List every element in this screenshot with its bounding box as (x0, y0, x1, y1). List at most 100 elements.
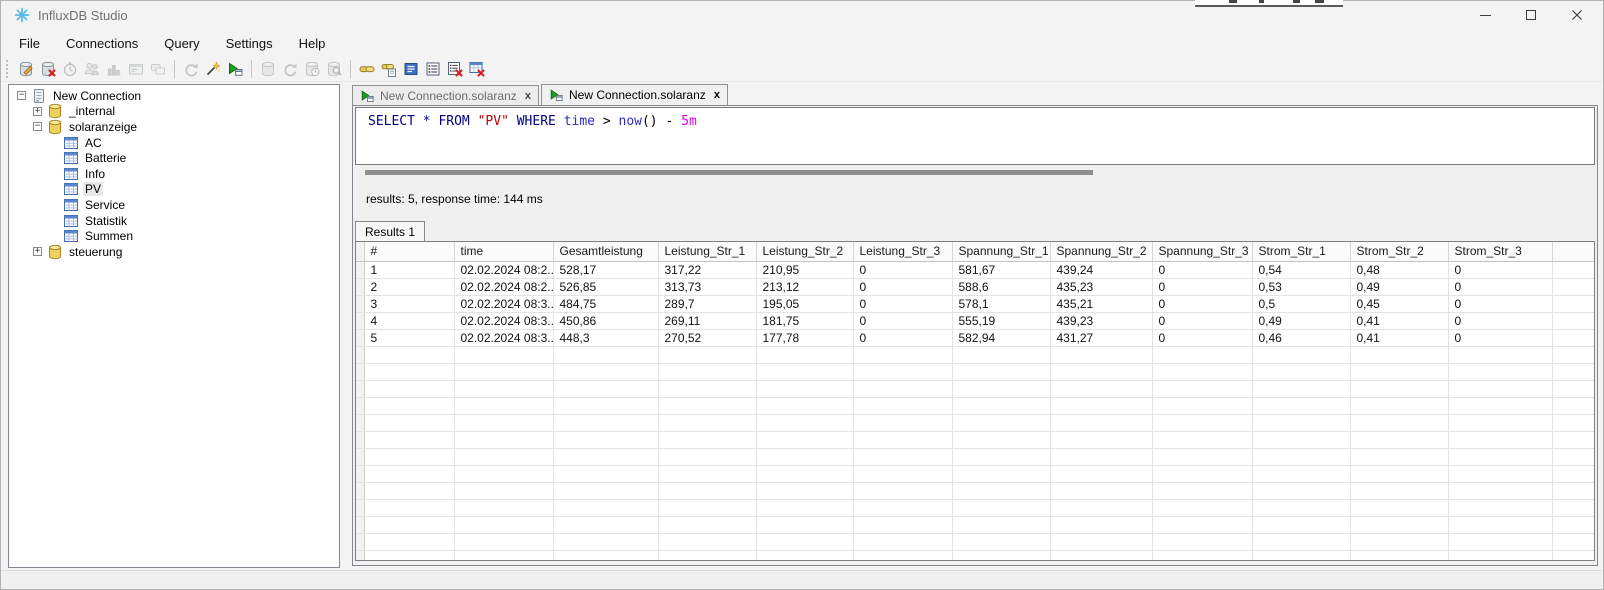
grid-cell-empty[interactable] (364, 397, 454, 414)
grid-cell[interactable]: 435,21 (1050, 295, 1152, 312)
grid-cell-empty[interactable] (1050, 414, 1152, 431)
grid-cell-empty[interactable] (853, 499, 952, 516)
grid-cell-empty[interactable] (1050, 482, 1152, 499)
empty-table-row[interactable] (356, 380, 1595, 397)
grid-cell-empty[interactable] (1350, 380, 1448, 397)
grid-cell-empty[interactable] (364, 414, 454, 431)
grid-cell-empty[interactable] (553, 346, 658, 363)
close-button[interactable] (1554, 0, 1600, 30)
collapse-icon[interactable]: − (17, 91, 26, 100)
grid-cell[interactable]: 528,17 (553, 261, 658, 278)
grid-cell-empty[interactable] (1050, 516, 1152, 533)
grid-cell-empty[interactable] (853, 533, 952, 550)
menu-item-query[interactable]: Query (155, 32, 208, 55)
grid-cell-empty[interactable] (952, 363, 1050, 380)
grid-cell-empty[interactable] (756, 414, 853, 431)
grid-cell-empty[interactable] (1448, 397, 1552, 414)
grid-cell-empty[interactable] (1152, 516, 1252, 533)
expand-icon[interactable]: + (33, 107, 42, 116)
grid-cell-empty[interactable] (1252, 397, 1350, 414)
grid-cell-empty[interactable] (756, 380, 853, 397)
grid-cell[interactable]: 0,41 (1350, 329, 1448, 346)
grid-cell[interactable]: 0,5 (1252, 295, 1350, 312)
row-header-cell[interactable] (356, 329, 364, 346)
column-header-gesamtleistung[interactable]: Gesamtleistung (553, 242, 658, 261)
grid-cell-empty[interactable] (1050, 465, 1152, 482)
grid-cell-empty[interactable] (553, 499, 658, 516)
tree-item--internal[interactable]: +_internal (9, 104, 339, 120)
tree-item-pv[interactable]: PV (9, 182, 339, 198)
grid-cell[interactable]: 0 (1448, 278, 1552, 295)
expand-icon[interactable]: + (33, 247, 42, 256)
grid-cell-empty[interactable] (658, 346, 756, 363)
tree-item-solaranzeige[interactable]: −solaranzeige (9, 119, 339, 135)
grid-cell-empty[interactable] (364, 448, 454, 465)
grid-corner-cell[interactable] (356, 242, 364, 261)
menu-item-help[interactable]: Help (290, 32, 335, 55)
grid-cell-empty[interactable] (1050, 346, 1152, 363)
sql-query-text[interactable]: SELECT * FROM "PV" WHERE time > now() - … (356, 108, 1594, 129)
grid-cell-empty[interactable] (658, 533, 756, 550)
grid-cell-empty[interactable] (1448, 465, 1552, 482)
menu-item-file[interactable]: File (10, 32, 49, 55)
table-row[interactable]: 302.02.2024 08:3...484,75289,7195,050578… (356, 295, 1595, 312)
grid-cell-empty[interactable] (1252, 533, 1350, 550)
tree-item-new-connection[interactable]: −New Connection (9, 88, 339, 104)
grid-cell[interactable]: 0 (1152, 329, 1252, 346)
grid-cell-empty[interactable] (952, 499, 1050, 516)
grid-cell-empty[interactable] (1448, 550, 1552, 561)
grid-cell[interactable]: 195,05 (756, 295, 853, 312)
grid-cell-empty[interactable] (553, 482, 658, 499)
menu-item-settings[interactable]: Settings (217, 32, 282, 55)
grid-cell[interactable]: 210,95 (756, 261, 853, 278)
grid-cell[interactable]: 0 (1448, 329, 1552, 346)
tree-item-statistik[interactable]: Statistik (9, 213, 339, 229)
grid-cell[interactable]: 0,54 (1252, 261, 1350, 278)
grid-cell-empty[interactable] (756, 533, 853, 550)
grid-cell-empty[interactable] (1152, 499, 1252, 516)
empty-table-row[interactable] (356, 414, 1595, 431)
tree-item-service[interactable]: Service (9, 197, 339, 213)
grid-cell-empty[interactable] (1350, 550, 1448, 561)
grid-cell-empty[interactable] (553, 363, 658, 380)
grid-cell-empty[interactable] (756, 448, 853, 465)
grid-cell-empty[interactable] (1152, 550, 1252, 561)
grid-cell-empty[interactable] (1252, 363, 1350, 380)
grid-cell[interactable]: 3 (364, 295, 454, 312)
empty-table-row[interactable] (356, 516, 1595, 533)
tree-item-summen[interactable]: Summen (9, 228, 339, 244)
grid-cell-empty[interactable] (952, 550, 1050, 561)
grid-cell-empty[interactable] (454, 346, 553, 363)
grid-cell[interactable]: 0,41 (1350, 312, 1448, 329)
grid-cell-empty[interactable] (1448, 448, 1552, 465)
grid-cell-empty[interactable] (952, 380, 1050, 397)
grid-cell[interactable]: 289,7 (658, 295, 756, 312)
grid-cell-empty[interactable] (454, 533, 553, 550)
grid-cell[interactable]: 439,24 (1050, 261, 1152, 278)
grid-cell-empty[interactable] (1152, 465, 1252, 482)
row-header-cell[interactable] (356, 482, 364, 499)
grid-cell-empty[interactable] (553, 516, 658, 533)
grid-cell[interactable]: 0,45 (1350, 295, 1448, 312)
grid-cell[interactable]: 555,19 (952, 312, 1050, 329)
grid-cell-empty[interactable] (658, 550, 756, 561)
grid-cell-empty[interactable] (1152, 363, 1252, 380)
grid-cell[interactable]: 0 (853, 295, 952, 312)
grid-cell-empty[interactable] (553, 397, 658, 414)
grid-cell-empty[interactable] (658, 499, 756, 516)
grid-cell-empty[interactable] (1152, 380, 1252, 397)
column-header-spannung-str-2[interactable]: Spannung_Str_2 (1050, 242, 1152, 261)
grid-cell-empty[interactable] (1152, 414, 1252, 431)
grid-cell-empty[interactable] (1252, 414, 1350, 431)
row-header-cell[interactable] (356, 533, 364, 550)
grid-cell-empty[interactable] (853, 363, 952, 380)
grid-cell-empty[interactable] (1552, 516, 1595, 533)
grid-cell[interactable]: 213,12 (756, 278, 853, 295)
grid-cell-empty[interactable] (1448, 380, 1552, 397)
grid-cell-empty[interactable] (364, 499, 454, 516)
grid-cell[interactable]: 0 (1448, 295, 1552, 312)
row-header-cell[interactable] (356, 516, 364, 533)
grid-cell-empty[interactable] (658, 516, 756, 533)
grid-cell-empty[interactable] (1152, 482, 1252, 499)
grid-cell-empty[interactable] (1552, 533, 1595, 550)
